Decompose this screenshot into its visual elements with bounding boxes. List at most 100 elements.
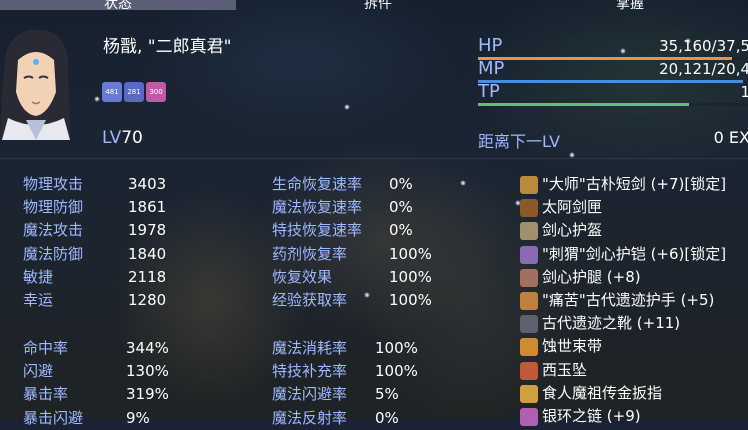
stat-row: 暴击闪避 9% xyxy=(23,407,168,430)
stat-value: 0% xyxy=(375,408,399,427)
sparkle-effect xyxy=(460,180,466,186)
basic-stats: 物理攻击 3403 物理防御 1861 魔法攻击 1978 魔法防御 1840 敏捷 2118 幸运… xyxy=(23,173,168,312)
belt-icon xyxy=(520,338,538,357)
stat-name: 闪避 xyxy=(23,362,54,381)
equipment-slot[interactable]: "刺猬"剑心护铠 (+6)[锁定] xyxy=(520,243,748,266)
stat-value: 1861 xyxy=(128,198,167,217)
tp-label: TP xyxy=(478,81,500,102)
equipment-name: 剑心护腿 (+8) xyxy=(542,267,641,286)
stat-name: 特技补充率 xyxy=(272,362,348,381)
stat-row: 敏捷 2118 xyxy=(23,266,168,289)
equipment-name: 食人魔祖传金扳指 xyxy=(542,383,663,402)
stat-name: 魔法反射率 xyxy=(272,408,348,427)
equipment-slot[interactable]: "大师"古朴短剑 (+7)[锁定] xyxy=(520,173,748,196)
stat-value: 100% xyxy=(389,267,432,286)
stat-value: 5% xyxy=(375,385,399,404)
tp-value: 1 xyxy=(740,83,748,101)
next-level: 距离下一LV 0 EX xyxy=(478,128,748,152)
gauntlet-icon xyxy=(520,291,538,310)
stat-row: 魔法闪避率 5% xyxy=(272,383,417,406)
stat-value: 0% xyxy=(389,175,413,193)
equipment-slot[interactable]: 剑心护腿 (+8) xyxy=(520,266,748,289)
stat-value: 100% xyxy=(375,339,418,357)
stat-name: 暴击率 xyxy=(23,385,69,404)
stat-value: 0% xyxy=(389,221,413,240)
stat-row: 特技补充率 100% xyxy=(272,360,418,383)
ring-icon xyxy=(520,384,538,403)
hp-label: HP xyxy=(478,35,503,56)
tab-mastery[interactable]: 掌握 xyxy=(512,0,748,12)
stat-row: 暴击率 319% xyxy=(23,383,169,406)
equipment-slot[interactable]: "痛苦"古代遗迹护手 (+5) xyxy=(520,289,748,312)
equipment-slot[interactable]: 西玉坠 xyxy=(520,359,748,382)
stat-value: 1840 xyxy=(128,244,167,263)
stat-row: 物理攻击 3403 xyxy=(23,173,168,196)
equipment-name: 太阿剑匣 xyxy=(542,198,603,217)
stat-value: 0% xyxy=(389,198,413,217)
equipment-name: "痛苦"古代遗迹护手 (+5) xyxy=(542,290,715,309)
greaves-icon xyxy=(520,268,538,287)
stat-row: 物理防御 1861 xyxy=(23,196,168,219)
helmet-icon xyxy=(520,222,538,241)
stat-name: 魔法恢复速率 xyxy=(272,198,363,217)
next-level-label: 距离下一LV xyxy=(478,132,561,151)
tab-bar: 状态 拆件 掌握 xyxy=(0,0,748,12)
stat-name: 经验获取率 xyxy=(272,290,348,309)
stat-value: 3403 xyxy=(128,175,167,193)
pendant-icon xyxy=(520,361,538,380)
character-portrait xyxy=(0,29,70,140)
stat-value: 1280 xyxy=(128,290,167,309)
mp-label: MP xyxy=(478,58,505,79)
equipment-name: 古代遗迹之靴 (+11) xyxy=(542,314,681,333)
equipment-name: 剑心护盔 xyxy=(542,221,603,240)
recovery-stats: 生命恢复速率 0% 魔法恢复速率 0% 特技恢复速率 0% 药剂恢复率 100% 恢复效果 100… xyxy=(272,173,432,312)
stat-value: 9% xyxy=(126,408,150,427)
level-value: 70 xyxy=(121,128,143,148)
stat-name: 物理攻击 xyxy=(23,175,84,193)
stat-name: 药剂恢复率 xyxy=(272,244,348,263)
stat-name: 魔法闪避率 xyxy=(272,385,348,404)
stat-row: 幸运 1280 xyxy=(23,289,168,312)
equipment-name: 蚀世束带 xyxy=(542,337,603,356)
equipment-list: "大师"古朴短剑 (+7)[锁定] 太阿剑匣剑心护盔 "刺猬"剑心护铠 (+6)[锁… xyxy=(520,173,748,428)
armor-icon xyxy=(520,245,538,264)
equipment-slot[interactable]: 古代遗迹之靴 (+11) xyxy=(520,312,748,335)
stat-name: 暴击闪避 xyxy=(23,408,84,427)
character-level: LV70 xyxy=(102,128,143,148)
stat-value: 344% xyxy=(126,339,169,357)
sparkle-effect xyxy=(94,96,100,102)
equipment-name: "刺猬"剑心护铠 (+6)[锁定] xyxy=(542,244,727,263)
stat-row: 恢复效果 100% xyxy=(272,266,432,289)
stat-name: 特技恢复速率 xyxy=(272,221,363,240)
tab-disassemble[interactable]: 拆件 xyxy=(260,0,496,12)
equipment-slot[interactable]: 蚀世束带 xyxy=(520,335,748,358)
hp-value: 35,160/37,5 xyxy=(659,37,748,55)
equipment-name: "大师"古朴短剑 (+7)[锁定] xyxy=(542,175,727,193)
level-label: LV xyxy=(102,128,122,148)
stat-row: 生命恢复速率 0% xyxy=(272,173,417,196)
stat-row: 经验获取率 100% xyxy=(272,289,432,312)
special-stats: 魔法消耗率 100% 特技补充率 100% 魔法闪避率 5% 魔法反射率 0% xyxy=(272,337,418,430)
section-divider xyxy=(0,158,748,159)
stat-row: 魔法攻击 1978 xyxy=(23,219,168,242)
stat-value: 130% xyxy=(126,362,169,381)
stat-row: 魔法恢复速率 0% xyxy=(272,196,417,219)
stat-row: 药剂恢复率 100% xyxy=(272,243,432,266)
tab-status[interactable]: 状态 xyxy=(0,0,236,12)
equipment-slot[interactable]: 剑心护盔 xyxy=(520,219,748,242)
buff-icon-2[interactable]: 281 xyxy=(124,82,144,102)
stat-name: 生命恢复速率 xyxy=(272,175,363,193)
stat-name: 命中率 xyxy=(23,339,69,357)
stat-name: 恢复效果 xyxy=(272,267,333,286)
equipment-slot[interactable]: 银环之链 (+9) xyxy=(520,405,748,428)
equipment-slot[interactable]: 食人魔祖传金扳指 xyxy=(520,382,748,405)
stat-value: 319% xyxy=(126,385,169,404)
stat-name: 魔法消耗率 xyxy=(272,339,348,357)
character-name: 杨戬, "二郎真君" xyxy=(103,37,232,57)
sword-case-icon xyxy=(520,199,538,218)
buff-icon-1[interactable]: 481 xyxy=(102,82,122,102)
equipment-slot[interactable]: 太阿剑匣 xyxy=(520,196,748,219)
dagger-icon xyxy=(520,176,538,194)
buff-icon-3[interactable]: 300 xyxy=(146,82,166,102)
tp-gauge: TP 1 xyxy=(478,81,748,107)
